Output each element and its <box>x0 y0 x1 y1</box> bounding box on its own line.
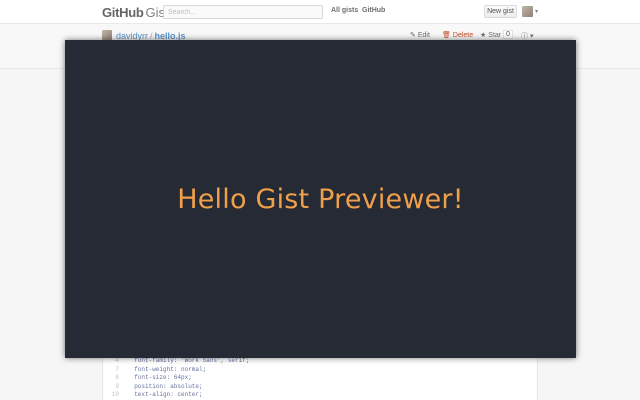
preview-panel: Hello Gist Previewer! <box>65 40 576 358</box>
preview-message: Hello Gist Previewer! <box>177 183 464 215</box>
